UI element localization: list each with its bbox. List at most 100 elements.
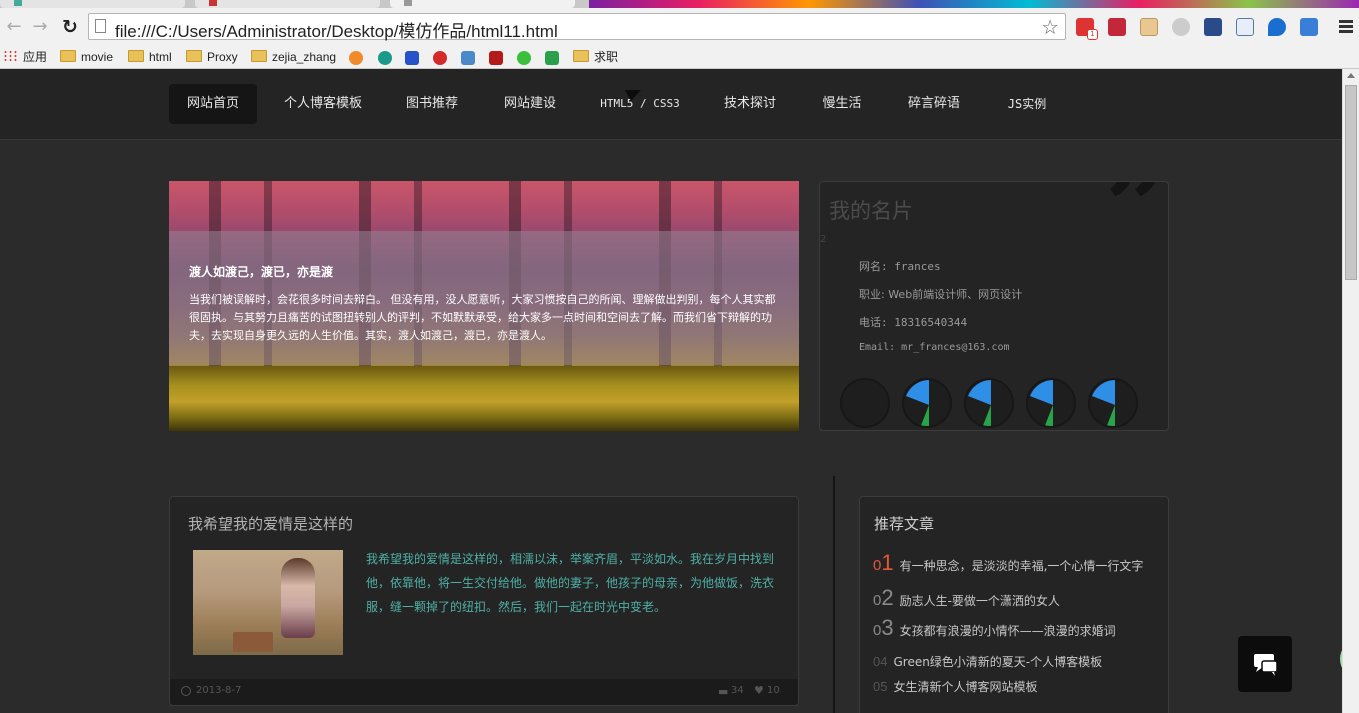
browser-tab-active[interactable] (390, 0, 575, 8)
nav-web-building[interactable]: 网站建设 (496, 84, 564, 124)
bookmark-site-icon[interactable] (517, 51, 531, 65)
bookmark-site-icon[interactable] (433, 51, 447, 65)
translate-icon[interactable] (1300, 18, 1318, 36)
bookmark-folder-movie[interactable]: movie (60, 50, 113, 66)
scroll-up-arrow-icon[interactable] (1347, 73, 1355, 78)
address-bar[interactable]: file:///C:/Users/Administrator/Desktop/模… (88, 13, 1066, 41)
bookmark-site-icon[interactable] (489, 51, 503, 65)
extension-icon[interactable] (1268, 18, 1286, 36)
recommended-item[interactable]: 05 女生清新个人博客网站模板 (873, 678, 1037, 695)
blog-article: 我希望我的爱情是这样的 我希望我的爱情是这样的，相濡以沫，举案齐眉，平淡如水。我… (169, 496, 799, 706)
extension-icon[interactable] (1236, 18, 1254, 36)
bookmark-site-icon[interactable] (405, 51, 419, 65)
url-text: file:///C:/Users/Administrator/Desktop/模… (115, 22, 558, 41)
forward-button[interactable]: → (30, 17, 50, 37)
profile-title: 我的名片 (829, 199, 913, 223)
folder-icon (186, 50, 202, 62)
browser-tab[interactable] (195, 0, 380, 8)
heart-icon[interactable]: ♥ (754, 684, 764, 697)
hero-slideshow[interactable]: 渡人如渡己，渡已，亦是渡 当我们被误解时，会花很多时间去辩白。 但没有用，没人愿… (169, 181, 799, 431)
hero-title: 渡人如渡己，渡已，亦是渡 (189, 265, 334, 279)
back-button[interactable]: ← (4, 17, 24, 37)
bookmark-site-icon[interactable] (461, 51, 475, 65)
nav-tech[interactable]: 技术探讨 (716, 84, 784, 124)
bookmark-site-icon[interactable] (545, 51, 559, 65)
like-count: 10 (767, 685, 780, 696)
article-thumbnail[interactable] (193, 550, 343, 655)
extension-icon[interactable] (1172, 18, 1190, 36)
nav-books[interactable]: 图书推荐 (398, 84, 466, 124)
bookmark-site-icon[interactable] (349, 51, 363, 65)
chat-button[interactable] (1238, 636, 1292, 692)
folder-icon (251, 50, 267, 62)
profile-job: 职业: Web前端设计师、网页设计 (859, 288, 1023, 301)
bookmark-site-icon[interactable] (378, 51, 392, 65)
skill-ring (964, 378, 1014, 428)
quote-mark-icon: ” (1104, 181, 1168, 271)
bookmark-folder-jobs[interactable]: 求职 (573, 50, 618, 66)
tab-strip (0, 0, 1359, 8)
bookmarks-bar: 应用 movie html Proxy zejia_zhang 求职 (0, 46, 1359, 69)
recommended-item[interactable]: 01 有一种思念，是淡淡的幸福,一个心情一行文字 (873, 550, 1143, 576)
folder-icon (60, 50, 76, 62)
clock-icon (181, 686, 191, 696)
profile-email: Email: mr_frances@163.com (859, 342, 1010, 353)
tab-favicon (14, 0, 22, 6)
folder-icon (128, 50, 144, 62)
browser-toolbar: ← → ↻ file:///C:/Users/Administrator/Des… (0, 8, 1359, 46)
skill-ring (902, 378, 952, 428)
profile-phone: 电话: 18316540344 (859, 316, 968, 329)
extension-icon[interactable] (1108, 18, 1126, 36)
rank-number: 05 (873, 679, 888, 694)
thumbnail-figure (281, 558, 315, 638)
reload-button[interactable]: ↻ (60, 17, 80, 37)
page-scrollbar[interactable] (1342, 69, 1359, 713)
recommended-item[interactable]: 02 励志人生-要做一个潇洒的女人 (873, 585, 1060, 611)
tab-favicon (404, 0, 412, 6)
recommended-title: 推荐文章 (874, 515, 935, 533)
bookmark-star-icon[interactable]: ☆ (1041, 15, 1059, 39)
column-divider (833, 476, 835, 713)
tab-favicon (209, 0, 217, 6)
chat-bubbles-icon (1254, 654, 1278, 676)
browser-theme-art (589, 0, 1359, 8)
comment-icon: ▬ (718, 685, 729, 698)
rank-number: 02 (873, 585, 894, 610)
nav-decoration-icon (625, 90, 641, 101)
article-footer: 2013-8-7 ▬ 34 ♥ 10 (170, 679, 798, 705)
hero-text: 当我们被误解时，会花很多时间去辩白。 但没有用，没人愿意听，大家习惯按自己的所闻… (189, 293, 776, 342)
nav-blog-templates[interactable]: 个人博客模板 (276, 84, 370, 124)
article-date: 2013-8-7 (196, 685, 242, 696)
nav-home[interactable]: 网站首页 (169, 84, 257, 124)
recommended-articles: 推荐文章 01 有一种思念，是淡淡的幸福,一个心情一行文字 02 励志人生-要做一个… (859, 496, 1169, 713)
hero-image-grass (169, 366, 799, 431)
chrome-menu-icon[interactable] (1339, 20, 1353, 35)
scroll-thumb[interactable] (1345, 85, 1357, 280)
extension-icon[interactable] (1140, 18, 1158, 36)
hero-caption: 渡人如渡己，渡已，亦是渡 当我们被误解时，会花很多时间去辩白。 但没有用，没人愿… (169, 231, 799, 365)
nav-js-examples[interactable]: JS实例 (997, 84, 1057, 124)
recommended-item[interactable]: 03 女孩都有浪漫的小情怀——浪漫的求婚词 (873, 615, 1116, 641)
bookmark-folder-zejia[interactable]: zejia_zhang (251, 50, 336, 66)
profile-card: ” 我的名片 2 网名: frances 职业: Web前端设计师、网页设计 电… (819, 181, 1169, 431)
profile-mark: 2 (820, 234, 827, 245)
article-title[interactable]: 我希望我的爱情是这样的 (188, 513, 353, 534)
extension-icon[interactable] (1204, 18, 1222, 36)
profile-nickname: 网名: frances (859, 260, 941, 273)
nav-slow-life[interactable]: 慢生活 (813, 84, 871, 124)
skill-ring-empty (840, 378, 890, 428)
nav-notes[interactable]: 碎言碎语 (899, 84, 969, 124)
skill-ring (1026, 378, 1076, 428)
bookmark-apps[interactable]: 应用 (3, 50, 47, 66)
rank-number: 01 (873, 550, 894, 575)
rank-number: 03 (873, 615, 894, 640)
skill-ring (1088, 378, 1138, 428)
thumbnail-suitcase (233, 632, 273, 652)
bookmark-folder-html[interactable]: html (128, 50, 172, 66)
bookmark-folder-proxy[interactable]: Proxy (186, 50, 238, 66)
browser-tab[interactable] (0, 0, 185, 8)
article-excerpt: 我希望我的爱情是这样的，相濡以沫，举案齐眉，平淡如水。我在岁月中找到他，依靠他，… (366, 552, 775, 614)
web-page: 网站首页 个人博客模板 图书推荐 网站建设 HTML5 / CSS3 技术探讨 … (0, 69, 1342, 713)
extension-badge: 1 (1087, 29, 1098, 40)
recommended-item[interactable]: 04 Green绿色小清新的夏天-个人博客模板 (873, 653, 1102, 670)
